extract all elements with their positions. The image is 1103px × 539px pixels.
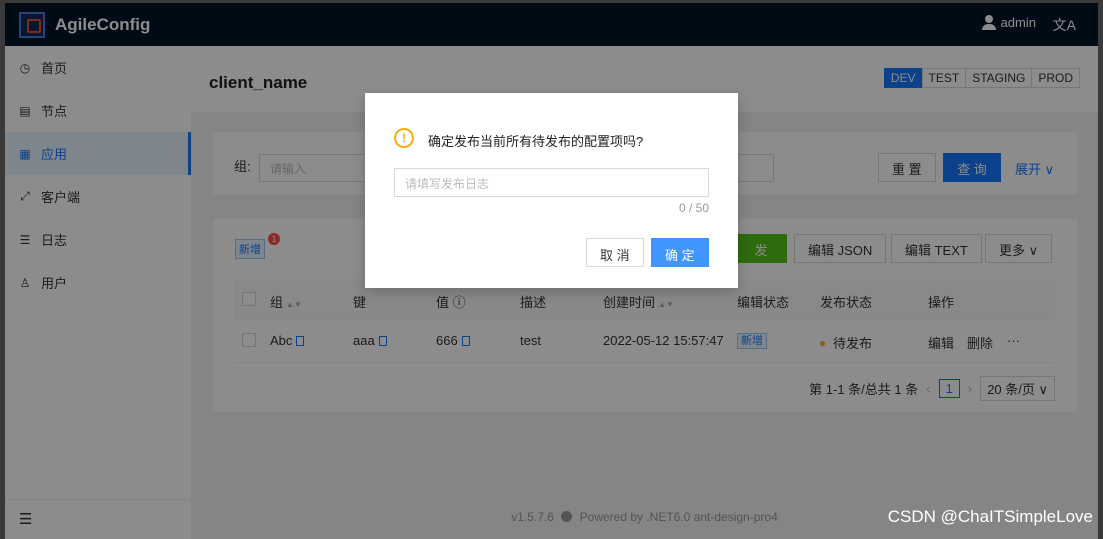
publish-log-input[interactable]: 请填写发布日志 [394, 168, 709, 197]
cancel-button[interactable]: 取 消 [586, 238, 644, 267]
char-counter: 0 / 50 [678, 201, 709, 215]
watermark-text: CSDN @ChaITSimpleLove [887, 507, 1093, 526]
confirm-button[interactable]: 确 定 [651, 238, 709, 267]
warning-icon: ! [394, 128, 414, 148]
publish-confirm-dialog: ! 确定发布当前所有待发布的配置项吗? 请填写发布日志 0 / 50 取 消 确… [365, 93, 738, 288]
dialog-title: 确定发布当前所有待发布的配置项吗? [428, 134, 644, 149]
